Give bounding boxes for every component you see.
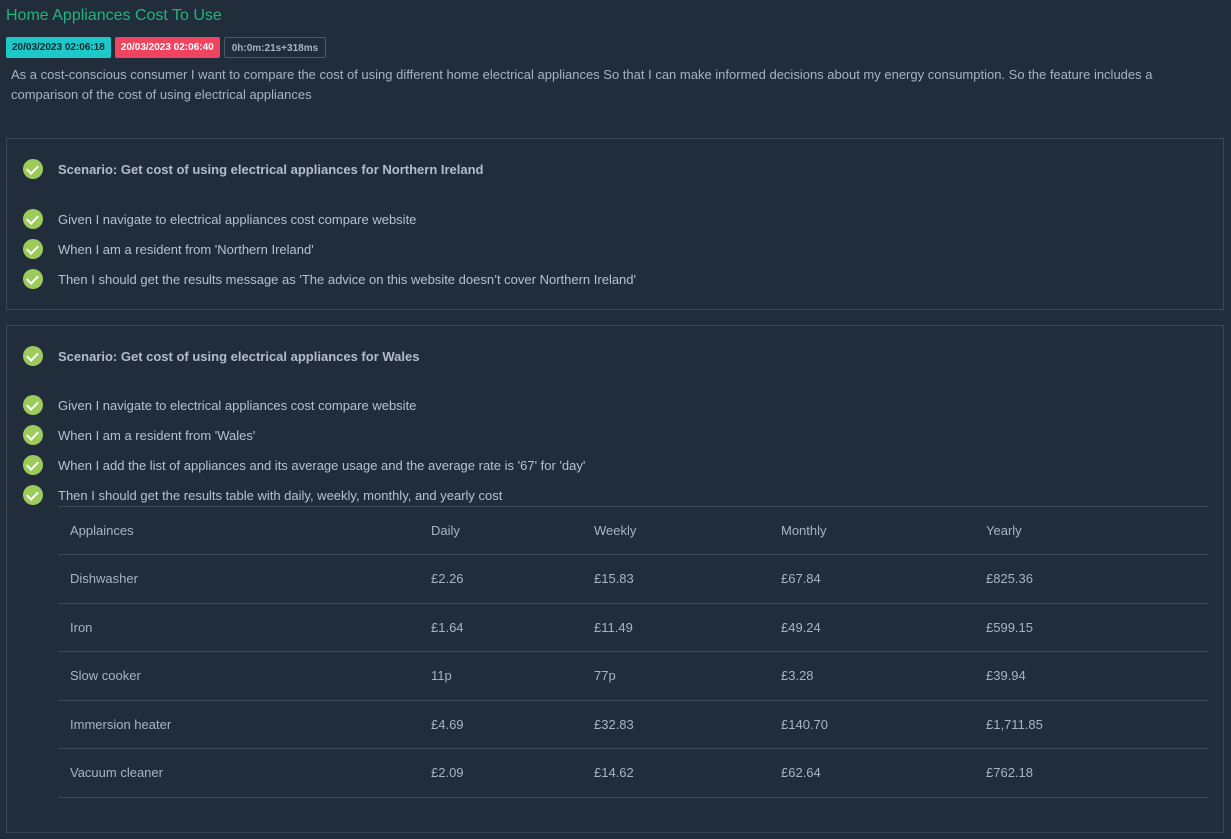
cell-monthly: £3.28 bbox=[769, 651, 974, 700]
cell-daily: £2.26 bbox=[419, 554, 582, 603]
step-item: Then I should get the results table with… bbox=[23, 484, 502, 506]
cell-daily: £4.69 bbox=[419, 699, 582, 749]
feature-title: Home Appliances Cost To Use bbox=[6, 7, 222, 24]
step-item: Given I navigate to electrical appliance… bbox=[23, 394, 416, 416]
step-item: When I add the list of appliances and it… bbox=[23, 454, 585, 476]
scenario-title: Scenario: Get cost of using electrical a… bbox=[58, 161, 484, 177]
cell-daily: 11p bbox=[419, 651, 582, 700]
table-row: Dishwasher £2.26 £15.83 £67.84 £825.36 bbox=[58, 554, 1208, 603]
cell-yearly: £762.18 bbox=[974, 748, 1208, 798]
cell-weekly: 77p bbox=[582, 651, 769, 700]
passed-check-icon bbox=[23, 485, 43, 505]
report-page: Home Appliances Cost To Use 20/03/2023 0… bbox=[0, 0, 1231, 839]
scenario-header[interactable]: Scenario: Get cost of using electrical a… bbox=[23, 158, 484, 180]
column-header-monthly: Monthly bbox=[769, 506, 974, 555]
step-text: Given I navigate to electrical appliance… bbox=[58, 211, 417, 227]
step-item: Then I should get the results message as… bbox=[23, 268, 636, 290]
cell-appliance: Vacuum cleaner bbox=[58, 748, 419, 798]
scenario-title: Scenario: Get cost of using electrical a… bbox=[58, 348, 420, 364]
step-item: When I am a resident from 'Wales' bbox=[23, 424, 255, 446]
step-text: When I add the list of appliances and it… bbox=[58, 457, 586, 473]
column-header-appliances: Applainces bbox=[58, 506, 419, 555]
start-time-badge: 20/03/2023 02:06:18 bbox=[6, 37, 111, 58]
table-row: Slow cooker 11p 77p £3.28 £39.94 bbox=[58, 651, 1208, 700]
passed-check-icon bbox=[23, 395, 43, 415]
cell-weekly: £32.83 bbox=[582, 699, 769, 749]
table-row: Iron £1.64 £11.49 £49.24 £599.15 bbox=[58, 602, 1208, 652]
time-badges: 20/03/2023 02:06:18 20/03/2023 02:06:40 … bbox=[6, 37, 327, 58]
cell-yearly: £599.15 bbox=[974, 602, 1208, 652]
step-text: Then I should get the results message as… bbox=[58, 271, 636, 287]
cell-weekly: £14.62 bbox=[582, 748, 769, 798]
passed-check-icon bbox=[23, 346, 43, 366]
column-header-weekly: Weekly bbox=[582, 506, 769, 555]
cell-daily: £1.64 bbox=[419, 602, 582, 652]
table-row: Vacuum cleaner £2.09 £14.62 £62.64 £762.… bbox=[58, 748, 1208, 798]
step-text: Then I should get the results table with… bbox=[58, 487, 503, 503]
table-header-row: Applainces Daily Weekly Monthly Yearly bbox=[58, 506, 1208, 555]
scenario-card-wales: Scenario: Get cost of using electrical a… bbox=[6, 325, 1224, 833]
cell-yearly: £825.36 bbox=[974, 554, 1208, 603]
scenario-card-northern-ireland: Scenario: Get cost of using electrical a… bbox=[6, 138, 1224, 310]
cell-daily: £2.09 bbox=[419, 748, 582, 798]
column-header-daily: Daily bbox=[419, 506, 582, 555]
step-item: When I am a resident from 'Northern Irel… bbox=[23, 238, 314, 260]
cell-weekly: £11.49 bbox=[582, 602, 769, 652]
feature-description: As a cost-conscious consumer I want to c… bbox=[11, 67, 1153, 102]
results-table: Applainces Daily Weekly Monthly Yearly D… bbox=[58, 506, 1208, 798]
scenario-header[interactable]: Scenario: Get cost of using electrical a… bbox=[23, 345, 419, 367]
step-text: When I am a resident from 'Northern Irel… bbox=[58, 241, 314, 257]
cell-appliance: Dishwasher bbox=[58, 554, 419, 603]
passed-check-icon bbox=[23, 239, 43, 259]
cell-monthly: £49.24 bbox=[769, 602, 974, 652]
cell-yearly: £1,711.85 bbox=[974, 699, 1208, 749]
step-text: When I am a resident from 'Wales' bbox=[58, 427, 256, 443]
step-text: Given I navigate to electrical appliance… bbox=[58, 397, 417, 413]
step-item: Given I navigate to electrical appliance… bbox=[23, 208, 416, 230]
end-time-badge: 20/03/2023 02:06:40 bbox=[114, 37, 220, 58]
column-header-yearly: Yearly bbox=[974, 506, 1208, 555]
cell-appliance: Slow cooker bbox=[58, 651, 419, 700]
passed-check-icon bbox=[23, 159, 43, 179]
cell-monthly: £140.70 bbox=[769, 699, 974, 749]
passed-check-icon bbox=[23, 209, 43, 229]
cell-yearly: £39.94 bbox=[974, 651, 1208, 700]
passed-check-icon bbox=[23, 455, 43, 475]
cell-monthly: £62.64 bbox=[769, 748, 974, 798]
passed-check-icon bbox=[23, 425, 43, 445]
cell-appliance: Immersion heater bbox=[58, 699, 419, 749]
cell-weekly: £15.83 bbox=[582, 554, 769, 603]
cell-monthly: £67.84 bbox=[769, 554, 974, 603]
table-row: Immersion heater £4.69 £32.83 £140.70 £1… bbox=[58, 699, 1208, 749]
cell-appliance: Iron bbox=[58, 602, 419, 652]
duration-badge: 0h:0m:21s+318ms bbox=[223, 37, 327, 58]
passed-check-icon bbox=[23, 269, 43, 289]
